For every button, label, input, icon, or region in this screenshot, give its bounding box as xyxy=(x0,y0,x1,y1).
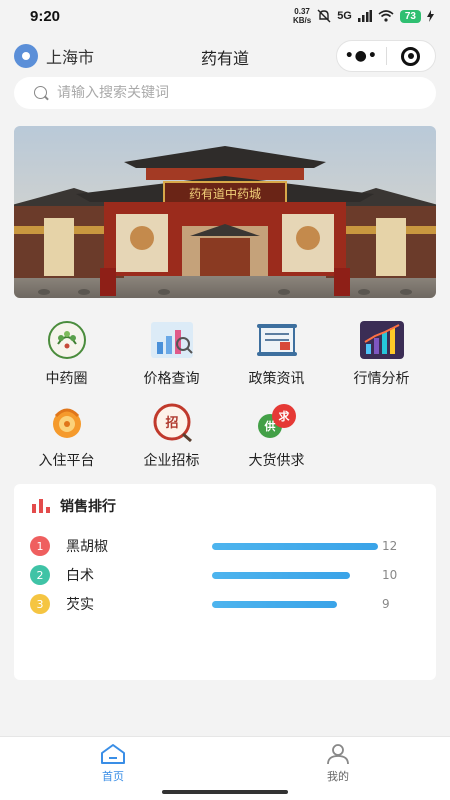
bidding-badge-icon: 招 xyxy=(149,402,195,442)
grid-label: 入住平台 xyxy=(38,453,95,469)
miniprogram-capsule: •●• xyxy=(336,40,436,72)
tab-home[interactable]: 首页 xyxy=(83,743,143,784)
tab-mine[interactable]: 我的 xyxy=(308,743,368,784)
grid-label: 价格查询 xyxy=(143,371,200,387)
banner-gate-illustration: 药有道中药城 xyxy=(14,126,436,298)
rank-progress-bar xyxy=(212,601,337,608)
tab-home-label: 首页 xyxy=(102,770,124,783)
grid-item-price-query[interactable]: 价格查询 xyxy=(119,320,224,388)
grid-item-policy-news[interactable]: 政策资讯 xyxy=(224,320,329,388)
status-time: 9:20 xyxy=(30,7,61,25)
grid-item-enterprise-bidding[interactable]: 招 企业招标 xyxy=(119,402,224,470)
mute-bell-icon xyxy=(317,9,331,23)
search-icon xyxy=(34,85,49,101)
network-speed: 0.37 KB/s xyxy=(293,7,311,25)
rank-progress-track xyxy=(212,543,382,550)
rank-progress-bar xyxy=(212,543,378,550)
ranking-header: 销售排行 xyxy=(32,496,116,516)
grid-label: 中药圈 xyxy=(45,371,88,387)
ranking-row[interactable]: 1 黑胡椒 12 xyxy=(30,536,430,556)
rank-product-name: 黑胡椒 xyxy=(66,539,108,555)
more-dots-icon: •●• xyxy=(344,48,378,64)
banner-image[interactable]: 药有道中药城 xyxy=(14,126,436,298)
bar-chart-icon xyxy=(32,499,50,513)
signal-5g-label: 5G xyxy=(337,10,352,22)
rank-number-badge: 2 xyxy=(30,565,50,585)
rank-sales-value: 9 xyxy=(382,597,390,611)
news-scroll-icon xyxy=(254,320,300,360)
grid-label: 大货供求 xyxy=(248,453,305,469)
grid-item-bulk-supply[interactable]: 供 求 大货供求 xyxy=(224,402,329,470)
tab-mine-label: 我的 xyxy=(327,770,349,783)
rank-progress-bar xyxy=(212,572,350,579)
battery-level: 73 xyxy=(399,9,421,23)
supply-demand-icon: 供 求 xyxy=(254,402,300,442)
banner-sign-text: 药有道中药城 xyxy=(189,186,261,201)
home-indicator xyxy=(162,790,288,794)
svg-text:求: 求 xyxy=(278,409,290,423)
rank-number-badge: 1 xyxy=(30,536,50,556)
network-speed-unit: KB/s xyxy=(292,16,312,25)
rank-sales-value: 12 xyxy=(382,539,398,553)
svg-text:招: 招 xyxy=(165,415,178,431)
grid-label: 行情分析 xyxy=(353,371,410,387)
ranking-row[interactable]: 3 芡实 9 xyxy=(30,594,430,614)
ranking-row[interactable]: 2 白术 10 xyxy=(30,565,430,585)
network-speed-value: 0.37 xyxy=(294,7,310,16)
more-button[interactable]: •●• xyxy=(337,41,386,71)
tab-bar: 首页 我的 xyxy=(0,736,450,800)
grid-item-join-platform[interactable]: 入住平台 xyxy=(14,402,119,470)
grid-item-market-analysis[interactable]: 行情分析 xyxy=(329,320,434,388)
user-icon xyxy=(327,744,349,765)
rank-number-badge: 3 xyxy=(30,594,50,614)
grid-item-herb-circle[interactable]: 中药圈 xyxy=(14,320,119,388)
home-icon xyxy=(101,744,125,764)
grid-label: 政策资讯 xyxy=(248,371,305,387)
ranking-title: 销售排行 xyxy=(60,499,116,515)
search-bar[interactable] xyxy=(14,77,436,109)
wifi-icon xyxy=(378,10,394,22)
close-button[interactable] xyxy=(387,41,436,71)
market-analysis-icon xyxy=(359,320,405,360)
herb-circle-icon xyxy=(44,320,90,360)
svg-text:供: 供 xyxy=(263,419,275,433)
header: 上海市 药有道 •●• xyxy=(0,38,450,76)
status-bar: 9:20 0.37 KB/s 5G 73 xyxy=(0,0,450,32)
status-icons: 0.37 KB/s 5G 73 xyxy=(293,7,434,25)
rank-product-name: 白术 xyxy=(66,568,94,584)
platform-entry-icon xyxy=(44,402,90,442)
rank-sales-value: 10 xyxy=(382,568,398,582)
target-circle-icon xyxy=(401,46,421,66)
signal-bars-icon xyxy=(357,10,372,22)
rank-progress-track xyxy=(212,572,382,579)
search-input[interactable] xyxy=(57,85,397,101)
sales-ranking-card: 销售排行 1 黑胡椒 12 2 白术 10 3 芡实 9 xyxy=(14,484,436,680)
charging-bolt-icon xyxy=(427,10,434,22)
rank-product-name: 芡实 xyxy=(66,597,94,613)
price-chart-icon xyxy=(149,320,195,360)
rank-progress-track xyxy=(212,601,382,608)
grid-label: 企业招标 xyxy=(143,453,200,469)
